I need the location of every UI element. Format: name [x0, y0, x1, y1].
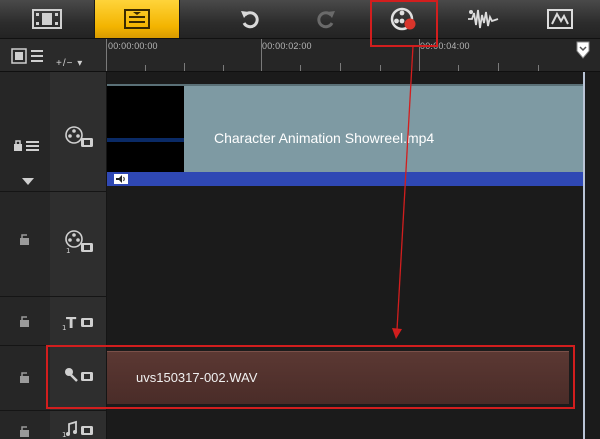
mix-enhance-button[interactable]	[530, 0, 590, 38]
timecode-label: 00:00:00:00	[108, 41, 158, 51]
playhead-line[interactable]	[583, 72, 585, 439]
video-track-icon[interactable]	[62, 126, 96, 148]
lock-icon[interactable]	[18, 424, 32, 438]
undo-icon	[241, 11, 259, 29]
timeline-toolbar	[0, 0, 600, 39]
playhead-marker-icon[interactable]	[576, 41, 590, 59]
lock-icon[interactable]	[18, 370, 32, 384]
video-clip-thumbnail	[107, 86, 184, 172]
speaker-icon[interactable]	[114, 174, 128, 184]
lock-icon[interactable]	[18, 314, 32, 328]
overlay-track-icon[interactable]: 1	[62, 230, 96, 254]
title-track-icon[interactable]: 1 T	[60, 312, 98, 332]
redo-icon	[317, 11, 335, 29]
sound-mixer-highlight	[370, 0, 438, 47]
film-strip-icon	[32, 9, 62, 29]
auto-music-button[interactable]	[454, 0, 512, 38]
zoom-control[interactable]: +/− ▾	[56, 58, 83, 69]
timeline-view-button[interactable]	[95, 0, 180, 38]
svg-text:1: 1	[62, 431, 66, 439]
music-track-icon[interactable]: 1	[60, 420, 98, 439]
track-manager-icon[interactable]	[10, 46, 46, 66]
timecode-label: 00:00:02:00	[262, 41, 312, 51]
redo-button[interactable]	[296, 0, 356, 38]
waveform-icon	[468, 9, 499, 29]
timeline-icon	[124, 9, 150, 29]
lock-icon[interactable]	[18, 232, 32, 246]
timecode-ruler[interactable]: 00:00:00:00 00:00:02:00 00:00:04:00	[106, 39, 600, 71]
expand-arrow-icon[interactable]	[18, 176, 38, 186]
video-clip-audio-bar[interactable]	[107, 172, 585, 186]
enhance-icon	[547, 9, 573, 29]
audio-track-highlight	[46, 345, 575, 409]
ripple-edit-icon[interactable]	[12, 138, 42, 154]
undo-button[interactable]	[220, 0, 280, 38]
svg-text:T: T	[66, 314, 77, 331]
video-clip-name: Character Animation Showreel.mp4	[214, 130, 435, 146]
svg-text:1: 1	[66, 247, 70, 254]
storyboard-view-button[interactable]	[0, 0, 95, 38]
